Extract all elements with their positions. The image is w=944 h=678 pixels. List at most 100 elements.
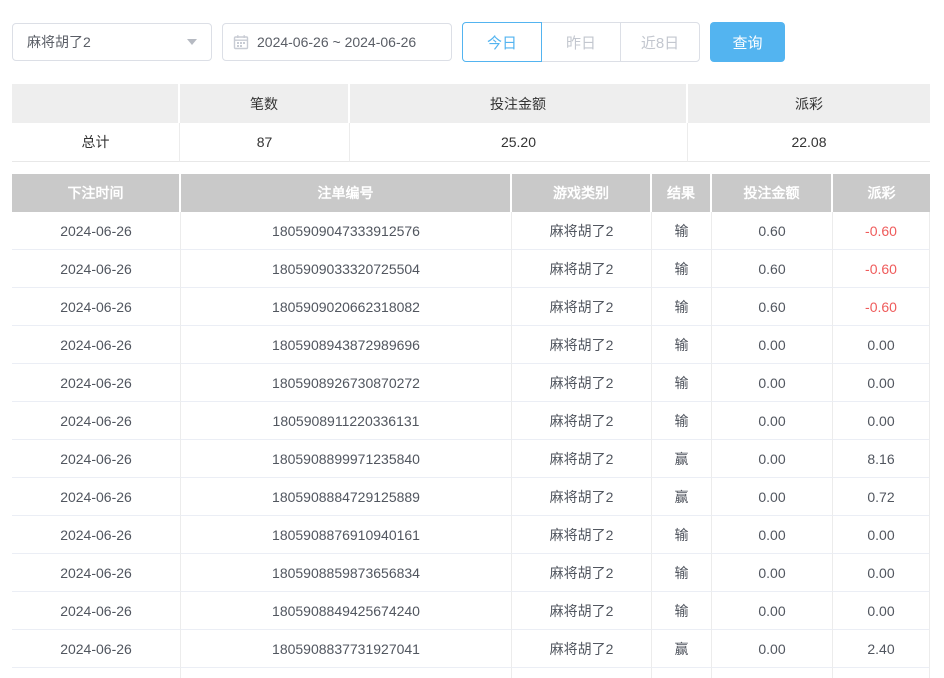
cell-order-id: 1805908849425674240 [181, 592, 512, 630]
summary-total-label: 总计 [12, 123, 180, 162]
table-row: 2024-06-26 1805908911220336131 麻将胡了2 输 0… [12, 402, 930, 440]
header-payout: 派彩 [833, 174, 930, 212]
cell-game-type: 麻将胡了2 [512, 364, 652, 402]
table-row: 2024-06-26 1805908837731927041 麻将胡了2 赢 0… [12, 630, 930, 668]
cell-payout: 0.00 [833, 554, 930, 592]
cell-bet-time: 2024-06-26 [12, 326, 181, 364]
query-button[interactable]: 查询 [710, 22, 785, 62]
bet-records-page: 麻将胡了2 2024-06-26 ~ 2024-06-26 今日 昨日 近8日 … [0, 0, 944, 678]
cell-order-id [181, 668, 512, 678]
quick-range-group: 今日 昨日 近8日 [462, 22, 700, 62]
cell-bet-amount: 0.00 [712, 592, 833, 630]
cell-result [652, 668, 712, 678]
today-button[interactable]: 今日 [462, 22, 542, 62]
cell-game-type: 麻将胡了2 [512, 212, 652, 250]
cell-bet-amount: 0.00 [712, 554, 833, 592]
cell-result: 输 [652, 554, 712, 592]
summary-total-bet-amount: 25.20 [350, 123, 688, 162]
cell-game-type: 麻将胡了2 [512, 440, 652, 478]
cell-result: 输 [652, 364, 712, 402]
cell-order-id: 1805909033320725504 [181, 250, 512, 288]
date-range-value: 2024-06-26 ~ 2024-06-26 [257, 34, 416, 50]
cell-payout: -0.60 [833, 288, 930, 326]
cell-payout: 2.40 [833, 630, 930, 668]
header-order-id: 注单编号 [181, 174, 512, 212]
cell-result: 输 [652, 326, 712, 364]
header-bet-amount: 投注金额 [712, 174, 833, 212]
cell-bet-amount: 0.00 [712, 630, 833, 668]
summary-header-bet-amount: 投注金额 [350, 84, 688, 123]
table-row: 2024-06-26 1805909047333912576 麻将胡了2 输 0… [12, 212, 930, 250]
table-row: 2024-06-26 1805908849425674240 麻将胡了2 输 0… [12, 592, 930, 630]
cell-bet-amount: 0.00 [712, 478, 833, 516]
cell-game-type [512, 668, 652, 678]
cell-payout: 0.00 [833, 592, 930, 630]
table-row-partial [12, 668, 930, 678]
cell-result: 输 [652, 212, 712, 250]
cell-game-type: 麻将胡了2 [512, 630, 652, 668]
cell-bet-amount [712, 668, 833, 678]
cell-bet-time [12, 668, 181, 678]
summary-table: 笔数 投注金额 派彩 总计 87 25.20 22.08 [12, 84, 930, 162]
table-row: 2024-06-26 1805908899971235840 麻将胡了2 赢 0… [12, 440, 930, 478]
cell-bet-time: 2024-06-26 [12, 402, 181, 440]
game-select[interactable]: 麻将胡了2 [12, 23, 212, 61]
cell-bet-amount: 0.00 [712, 326, 833, 364]
summary-header-empty [12, 84, 180, 123]
cell-result: 输 [652, 402, 712, 440]
cell-payout [833, 668, 930, 678]
table-row: 2024-06-26 1805908943872989696 麻将胡了2 输 0… [12, 326, 930, 364]
cell-game-type: 麻将胡了2 [512, 516, 652, 554]
cell-order-id: 1805908876910940161 [181, 516, 512, 554]
header-bet-time: 下注时间 [12, 174, 181, 212]
cell-game-type: 麻将胡了2 [512, 554, 652, 592]
table-row: 2024-06-26 1805908859873656834 麻将胡了2 输 0… [12, 554, 930, 592]
cell-payout: -0.60 [833, 212, 930, 250]
cell-bet-time: 2024-06-26 [12, 592, 181, 630]
cell-bet-amount: 0.60 [712, 250, 833, 288]
cell-bet-time: 2024-06-26 [12, 212, 181, 250]
cell-game-type: 麻将胡了2 [512, 478, 652, 516]
cell-bet-time: 2024-06-26 [12, 250, 181, 288]
summary-header-payout: 派彩 [688, 84, 930, 123]
cell-payout: 0.72 [833, 478, 930, 516]
cell-payout: 8.16 [833, 440, 930, 478]
filter-toolbar: 麻将胡了2 2024-06-26 ~ 2024-06-26 今日 昨日 近8日 … [12, 22, 785, 62]
cell-order-id: 1805908943872989696 [181, 326, 512, 364]
table-row: 2024-06-26 1805909033320725504 麻将胡了2 输 0… [12, 250, 930, 288]
summary-header-row: 笔数 投注金额 派彩 [12, 84, 930, 123]
header-result: 结果 [652, 174, 712, 212]
cell-bet-time: 2024-06-26 [12, 364, 181, 402]
table-row: 2024-06-26 1805908884729125889 麻将胡了2 赢 0… [12, 478, 930, 516]
cell-result: 输 [652, 250, 712, 288]
cell-bet-amount: 0.00 [712, 516, 833, 554]
cell-game-type: 麻将胡了2 [512, 250, 652, 288]
cell-result: 输 [652, 516, 712, 554]
cell-game-type: 麻将胡了2 [512, 326, 652, 364]
cell-bet-amount: 0.60 [712, 212, 833, 250]
bet-table-header-row: 下注时间 注单编号 游戏类别 结果 投注金额 派彩 [12, 174, 930, 212]
cell-order-id: 1805908899971235840 [181, 440, 512, 478]
yesterday-button[interactable]: 昨日 [541, 22, 621, 62]
cell-bet-time: 2024-06-26 [12, 440, 181, 478]
cell-order-id: 1805908926730870272 [181, 364, 512, 402]
cell-result: 输 [652, 288, 712, 326]
cell-order-id: 1805908837731927041 [181, 630, 512, 668]
header-game-type: 游戏类别 [512, 174, 652, 212]
cell-payout: 0.00 [833, 326, 930, 364]
cell-bet-amount: 0.60 [712, 288, 833, 326]
chevron-down-icon [187, 39, 197, 45]
cell-payout: -0.60 [833, 250, 930, 288]
date-range-picker[interactable]: 2024-06-26 ~ 2024-06-26 [222, 23, 452, 61]
cell-bet-time: 2024-06-26 [12, 516, 181, 554]
cell-order-id: 1805908859873656834 [181, 554, 512, 592]
table-row: 2024-06-26 1805909020662318082 麻将胡了2 输 0… [12, 288, 930, 326]
cell-result: 赢 [652, 440, 712, 478]
cell-bet-time: 2024-06-26 [12, 630, 181, 668]
table-row: 2024-06-26 1805908926730870272 麻将胡了2 输 0… [12, 364, 930, 402]
last-8-days-button[interactable]: 近8日 [620, 22, 700, 62]
summary-total-row: 总计 87 25.20 22.08 [12, 123, 930, 162]
cell-result: 赢 [652, 630, 712, 668]
cell-bet-time: 2024-06-26 [12, 288, 181, 326]
cell-payout: 0.00 [833, 364, 930, 402]
